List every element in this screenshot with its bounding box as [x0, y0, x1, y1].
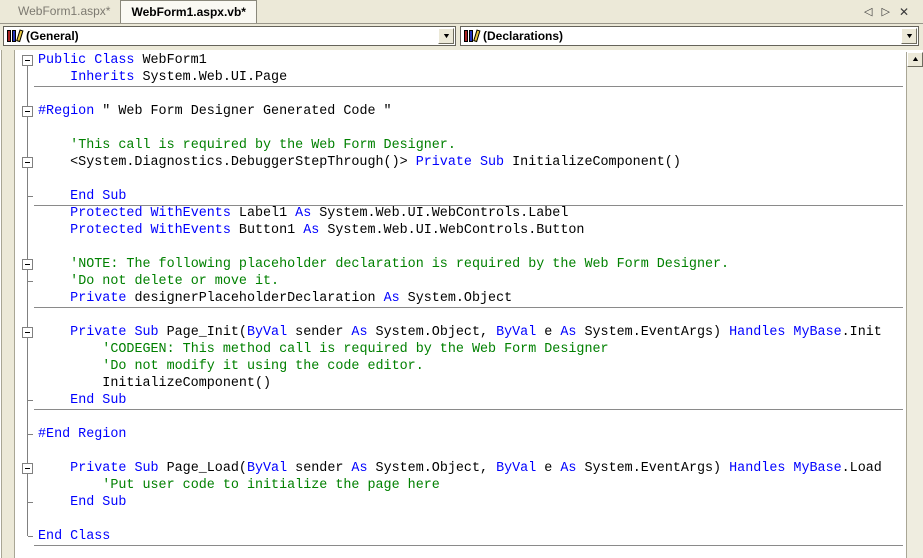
tab-scroll-controls: ◁ ▷ ✕ [864, 0, 909, 23]
code-line-2[interactable]: Inherits System.Web.UI.Page [0, 69, 905, 86]
code-line-16[interactable] [0, 307, 905, 324]
tab-webform1-aspx-vb[interactable]: WebForm1.aspx.vb* [120, 0, 256, 23]
chevron-down-icon: ▼ [904, 33, 913, 40]
objects-dropdown[interactable]: (General) ▼ [3, 26, 456, 46]
code-line-20[interactable]: InitializeComponent() [0, 375, 905, 392]
code-editor: Public Class WebForm1 Inherits System.We… [0, 50, 923, 558]
fold-collapse-box[interactable] [22, 55, 33, 66]
code-line-13[interactable]: 'NOTE: The following placeholder declara… [0, 256, 905, 273]
procedures-dropdown-button[interactable]: ▼ [901, 28, 917, 44]
code-line-9[interactable]: End Sub [0, 188, 905, 205]
code-line-17[interactable]: Private Sub Page_Init(ByVal sender As Sy… [0, 324, 905, 341]
code-area[interactable]: Public Class WebForm1 Inherits System.We… [0, 52, 905, 545]
code-line-6[interactable]: 'This call is required by the Web Form D… [0, 137, 905, 154]
nav-back-icon[interactable]: ◁ [864, 5, 872, 18]
code-line-10[interactable]: Protected WithEvents Label1 As System.We… [0, 205, 905, 222]
code-line-21[interactable]: End Sub [0, 392, 905, 409]
procedure-separator-line [34, 307, 903, 308]
fold-collapse-box[interactable] [22, 327, 33, 338]
scroll-up-button[interactable]: ▲ [907, 52, 923, 67]
code-line-3[interactable] [0, 86, 905, 103]
code-line-1[interactable]: Public Class WebForm1 [0, 52, 905, 69]
tab-webform1-aspx[interactable]: WebForm1.aspx* [8, 0, 120, 23]
procedure-separator-line [34, 205, 903, 206]
code-line-19[interactable]: 'Do not modify it using the code editor. [0, 358, 905, 375]
code-line-11[interactable]: Protected WithEvents Button1 As System.W… [0, 222, 905, 239]
books-icon [7, 29, 23, 43]
fold-collapse-box[interactable] [22, 157, 33, 168]
code-line-24[interactable] [0, 443, 905, 460]
objects-dropdown-button[interactable]: ▼ [438, 28, 454, 44]
scroll-track[interactable] [907, 67, 923, 558]
fold-collapse-box[interactable] [22, 463, 33, 474]
code-line-7[interactable]: <System.Diagnostics.DebuggerStepThrough(… [0, 154, 905, 171]
code-line-5[interactable] [0, 120, 905, 137]
objects-dropdown-value: (General) [26, 29, 79, 43]
fold-collapse-box[interactable] [22, 259, 33, 270]
code-line-25[interactable]: Private Sub Page_Load(ByVal sender As Sy… [0, 460, 905, 477]
vs-code-editor-window: WebForm1.aspx* WebForm1.aspx.vb* ◁ ▷ ✕ (… [0, 0, 923, 558]
code-line-4[interactable]: #Region " Web Form Designer Generated Co… [0, 103, 905, 120]
code-line-26[interactable]: 'Put user code to initialize the page he… [0, 477, 905, 494]
code-line-18[interactable]: 'CODEGEN: This method call is required b… [0, 341, 905, 358]
procedures-dropdown-value: (Declarations) [483, 29, 563, 43]
code-line-23[interactable]: #End Region [0, 426, 905, 443]
procedures-dropdown[interactable]: (Declarations) ▼ [460, 26, 919, 46]
procedure-separator-line [34, 409, 903, 410]
code-line-14[interactable]: 'Do not delete or move it. [0, 273, 905, 290]
close-icon[interactable]: ✕ [899, 5, 909, 19]
code-line-15[interactable]: Private designerPlaceholderDeclaration A… [0, 290, 905, 307]
code-line-29[interactable]: End Class [0, 528, 905, 545]
navigation-bar: (General) ▼ (Declarations) ▼ [0, 24, 923, 50]
scroll-up-icon: ▲ [910, 56, 919, 63]
code-line-8[interactable] [0, 171, 905, 188]
document-tab-bar: WebForm1.aspx* WebForm1.aspx.vb* ◁ ▷ ✕ [0, 0, 923, 24]
vertical-scrollbar[interactable]: ▲ [906, 52, 923, 558]
chevron-down-icon: ▼ [441, 33, 450, 40]
nav-forward-icon[interactable]: ▷ [881, 5, 889, 18]
code-line-28[interactable] [0, 511, 905, 528]
books-icon [464, 29, 480, 43]
procedure-separator-line [34, 545, 903, 546]
fold-collapse-box[interactable] [22, 106, 33, 117]
procedure-separator-line [34, 86, 903, 87]
code-line-12[interactable] [0, 239, 905, 256]
code-line-27[interactable]: End Sub [0, 494, 905, 511]
code-line-22[interactable] [0, 409, 905, 426]
